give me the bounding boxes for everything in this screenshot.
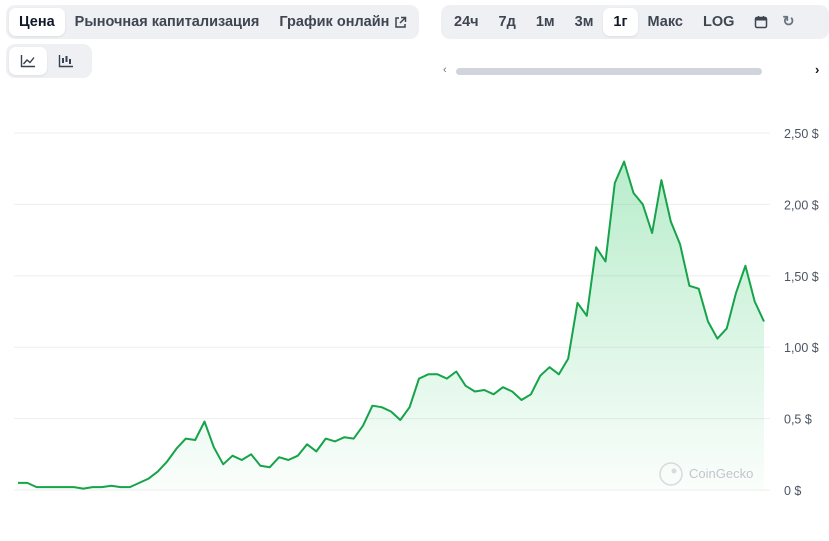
y-tick-label: 1,50 $ [784, 270, 819, 284]
price-chart: 0 $ 0,5 $ 1,00 $ 1,50 $ 2,00 $ 2,50 $ CoinGec… [14, 127, 819, 498]
price-area [18, 161, 764, 490]
y-tick-label: 0 $ [784, 484, 801, 498]
watermark-text: CoinGecko [689, 466, 753, 481]
y-tick-label: 2,50 $ [784, 127, 819, 141]
y-tick-label: 2,00 $ [784, 198, 819, 212]
y-tick-label: 0,5 $ [784, 413, 812, 427]
y-tick-label: 1,00 $ [784, 341, 819, 355]
y-axis: 0 $ 0,5 $ 1,00 $ 1,50 $ 2,00 $ 2,50 $ [784, 127, 819, 498]
